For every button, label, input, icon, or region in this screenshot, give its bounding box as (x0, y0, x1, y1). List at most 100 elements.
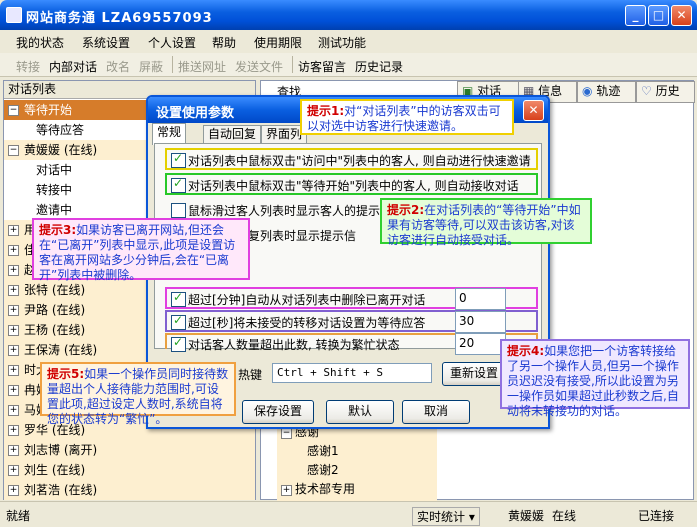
option-checkbox[interactable] (171, 203, 186, 218)
list-item[interactable]: + 刘茗浩 (在线) (4, 480, 255, 500)
expand-icon[interactable]: + (8, 365, 19, 376)
tab-auto-reply[interactable]: 自动回复 (203, 125, 262, 144)
hotkey-input[interactable]: Ctrl + Shift + S (272, 363, 432, 383)
expand-icon[interactable]: + (8, 225, 19, 236)
option-dblclick-invite: 对话列表中鼠标双击"访问中"列表中的客人, 则自动进行快速邀请 (188, 154, 531, 168)
internal-chat-button[interactable]: 内部对话 (49, 58, 97, 75)
expand-icon[interactable]: + (281, 485, 292, 496)
expand-icon[interactable]: + (8, 325, 19, 336)
option-dblclick-accept: 对话列表中鼠标双击"等待开始"列表中的客人, 则自动接收对话 (188, 179, 519, 193)
expand-icon[interactable]: + (8, 345, 19, 356)
default-button[interactable]: 默认 (326, 400, 394, 424)
send-file-button[interactable]: 发送文件 (235, 58, 283, 75)
minimize-button[interactable]: _ (625, 5, 646, 26)
status-user: 黄媛媛 (508, 509, 545, 523)
hotkey-label: 热键 (238, 368, 263, 382)
title-bar: 网站商务通 LZA69557093 _ □ ✕ (0, 0, 697, 30)
option-checkbox[interactable] (171, 313, 186, 330)
status-bar: 就绪 实时统计 ▾ 黄媛媛 在线 已连接 (0, 501, 697, 527)
expand-icon[interactable]: + (8, 245, 19, 256)
expand-icon[interactable]: + (8, 305, 19, 316)
tip-4-callout: 提示4:如果您把一个访客转接给了另一个操作人员,但另一个操作员迟迟没有接受,所以… (500, 339, 690, 418)
toolbar-separator (292, 56, 293, 73)
tab-history[interactable]: ♡ 历史 (636, 81, 695, 103)
tree-item[interactable]: + 技术部专用 (277, 480, 437, 499)
list-item[interactable]: + 刘生 (在线) (4, 460, 255, 480)
delete-left-minutes-input[interactable]: 0 (455, 288, 506, 310)
cancel-button[interactable]: 取消 (402, 400, 470, 424)
busy-threshold-input[interactable]: 20 (455, 333, 506, 355)
transfer-button[interactable]: 转接 (16, 58, 40, 75)
tab-track[interactable]: ◉ 轨迹 (577, 81, 636, 103)
tree-item-label: 感谢1 (307, 444, 339, 458)
menu-system-settings[interactable]: 系统设置 (82, 34, 130, 51)
list-item-label: 对话中 (36, 163, 73, 177)
menu-help[interactable]: 帮助 (212, 34, 236, 51)
dialog-title: 设置使用参数 (156, 106, 235, 121)
option-checkbox[interactable] (171, 335, 186, 352)
option-busy-threshold: 对话客人数量超出此数, 转换为繁忙状态 (188, 338, 400, 352)
tree-item[interactable]: 感谢1 (277, 442, 437, 461)
dialog-close-button[interactable]: ✕ (523, 100, 544, 121)
list-item-label: 刘生 (在线) (24, 463, 86, 477)
tab-general[interactable]: 常规 (152, 123, 187, 145)
rename-button[interactable]: 改名 (106, 58, 130, 75)
expand-icon[interactable]: + (8, 385, 19, 396)
menu-test-function[interactable]: 测试功能 (318, 34, 366, 51)
menu-my-status[interactable]: 我的状态 (16, 34, 64, 51)
tip-5-callout: 提示5:如果一个操作员同时接待数量超出个人接待能力范围时,可设置此项,超过设定人… (40, 362, 236, 426)
expand-icon[interactable]: + (8, 265, 19, 276)
menu-bar: 我的状态 系统设置 个人设置 帮助 使用期限 测试功能 (0, 30, 697, 52)
list-item[interactable]: + 刘志博 (离开) (4, 440, 255, 460)
tree-item[interactable]: 感谢2 (277, 461, 437, 480)
collapse-icon[interactable]: − (281, 428, 292, 439)
list-item-label: 王杨 (在线) (24, 323, 86, 337)
expand-icon[interactable]: + (8, 425, 19, 436)
block-button[interactable]: 屏蔽 (139, 58, 163, 75)
globe-icon: ◉ (582, 84, 593, 98)
tip-1-callout: 提示1:对“对话列表”中的访客双击可以对选中访客进行快速邀请。 (300, 99, 514, 135)
collapse-icon[interactable]: − (8, 145, 19, 156)
collapse-icon[interactable]: − (8, 105, 19, 116)
option-transfer-timeout: 超过[秒]将未接受的转移对话设置为等待应答 (188, 316, 426, 330)
app-icon (6, 7, 22, 23)
close-button[interactable]: ✕ (671, 5, 692, 26)
heart-icon: ♡ (641, 84, 652, 98)
list-item-label: 邀请中 (36, 203, 73, 217)
push-url-button[interactable]: 推送网址 (178, 58, 226, 75)
transfer-timeout-input[interactable]: 30 (455, 311, 506, 333)
expand-icon[interactable]: + (8, 405, 19, 416)
option-checkbox[interactable] (171, 176, 186, 193)
list-item-label: 刘志博 (离开) (24, 443, 98, 457)
list-item-label: 王保涛 (在线) (24, 343, 98, 357)
save-settings-button[interactable]: 保存设置 (242, 400, 314, 424)
option-delete-left-minutes: 超过[分钟]自动从对话列表中删除已离开对话 (188, 293, 426, 307)
status-ready: 就绪 (6, 509, 31, 523)
chevron-down-icon: ▾ (468, 510, 475, 524)
list-item-label: 转接中 (36, 183, 73, 197)
realtime-stats-dropdown[interactable]: 实时统计 ▾ (412, 507, 480, 526)
list-item-label: 张特 (在线) (24, 283, 86, 297)
list-item-label: 刘茗浩 (在线) (24, 483, 98, 497)
status-connected: 已连接 (638, 509, 675, 523)
expand-icon[interactable]: + (8, 485, 19, 496)
expand-icon[interactable]: + (8, 465, 19, 476)
leave-message-button[interactable]: 访客留言 (298, 58, 346, 75)
menu-usage-period[interactable]: 使用期限 (254, 34, 302, 51)
tip-3-callout: 提示3:如果访客已离开网站,但还会在“已离开”列表中显示,此项是设置访客在离开网… (32, 218, 250, 282)
option-hover-visitor-tip: 鼠标滑过客人列表时显示客人的提示 (188, 204, 381, 218)
maximize-button[interactable]: □ (648, 5, 669, 26)
tree-item-label: 技术部专用 (295, 482, 356, 496)
option-checkbox[interactable] (171, 151, 186, 168)
status-online: 在线 (552, 509, 577, 523)
history-button[interactable]: 历史记录 (355, 58, 403, 75)
toolbar: 转接 内部对话 改名 屏蔽 推送网址 发送文件 访客留言 历史记录 (0, 53, 697, 77)
quick-reply-tree: − 感谢 感谢1 感谢2 + 技术部专用 (277, 423, 437, 501)
reset-hotkey-button[interactable]: 重新设置 (442, 362, 506, 386)
option-checkbox[interactable] (171, 290, 186, 307)
list-item-label: 等待应答 (36, 123, 85, 137)
expand-icon[interactable]: + (8, 445, 19, 456)
menu-personal-settings[interactable]: 个人设置 (148, 34, 196, 51)
expand-icon[interactable]: + (8, 285, 19, 296)
tree-item-label: 感谢2 (307, 463, 339, 477)
